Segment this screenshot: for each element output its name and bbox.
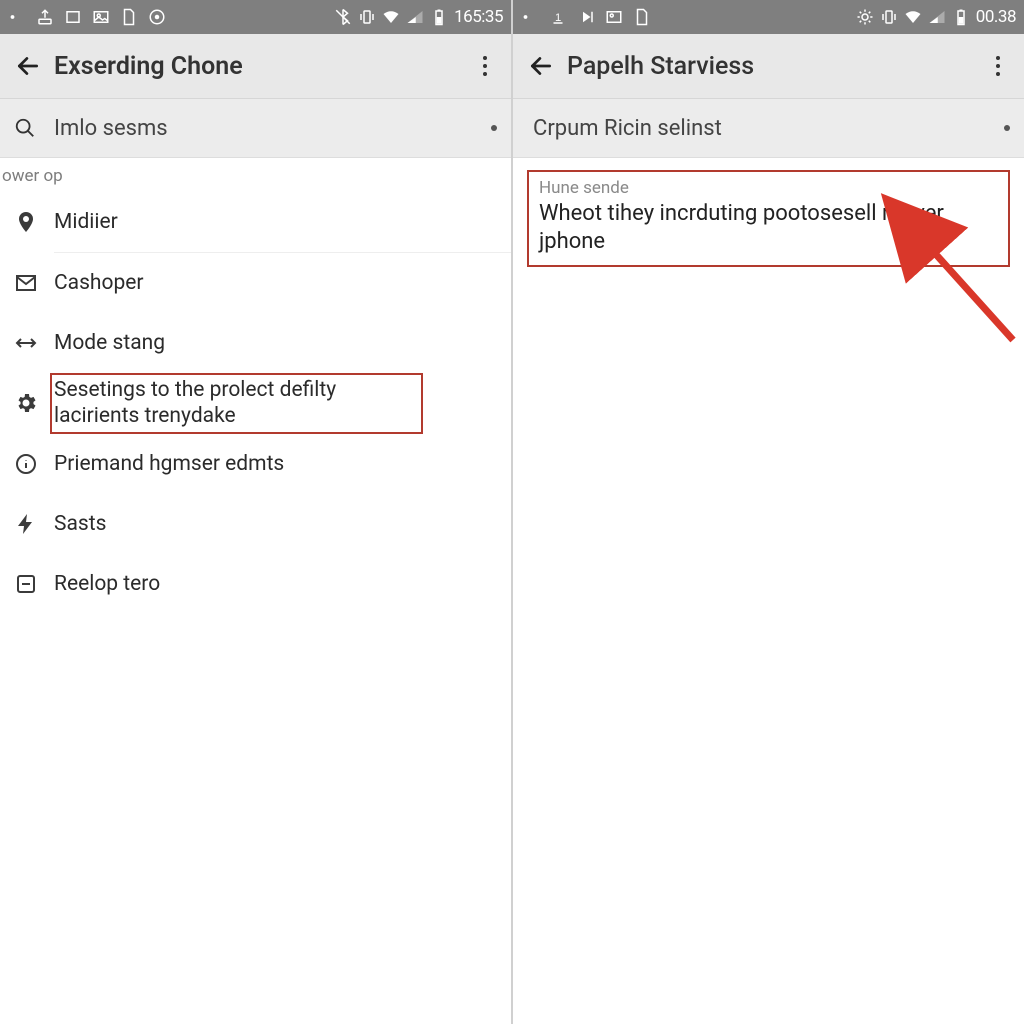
list-item-label: Midiier [54, 210, 118, 234]
bluetooth-off-icon [334, 8, 352, 26]
vibrate-icon [880, 8, 898, 26]
search-bar[interactable]: Imlo sesms [0, 99, 511, 158]
wifi-icon [904, 8, 922, 26]
subtitle-text: Crpum Ricin selinst [533, 116, 1004, 141]
status-time-left: 165:35 [454, 7, 503, 27]
gear-icon [14, 391, 54, 415]
section-caption: ower op [0, 158, 511, 192]
app-icon [148, 8, 166, 26]
list-item-label: Priemand hgmser edmts [54, 452, 284, 476]
subtitle-bar[interactable]: Crpum Ricin selinst [513, 99, 1024, 158]
list-item-midiier[interactable]: Midiier [0, 192, 511, 252]
card-body: Wheot tihey incrduting pootosesell ngrve… [539, 200, 998, 255]
signal-icon [928, 8, 946, 26]
list-item-reelop[interactable]: Reelop tero [0, 554, 511, 614]
window-icon [64, 8, 82, 26]
dot-icon [521, 8, 539, 26]
sim-icon [120, 8, 138, 26]
list-item-label: Reelop tero [54, 572, 160, 596]
overflow-button-right[interactable] [982, 44, 1014, 88]
info-icon [14, 452, 54, 476]
list-item-label: Sasts [54, 512, 106, 536]
app-bar-right: Papelh Starviess [513, 34, 1024, 99]
upload-icon [36, 8, 54, 26]
bolt-icon [14, 512, 54, 536]
page-title-left: Exserding Chone [54, 52, 469, 81]
list-item-cashoper[interactable]: Cashoper [0, 253, 511, 313]
number-icon: 1 [549, 8, 567, 26]
brightness-icon [856, 8, 874, 26]
image-icon [605, 8, 623, 26]
app-bar-left: Exserding Chone [0, 34, 511, 99]
back-button[interactable] [6, 44, 50, 88]
list-item-label: Sesetings to the prolect defilty lacirie… [54, 377, 414, 430]
right-phone: 1 [513, 0, 1024, 1024]
dot-icon [1004, 125, 1010, 131]
dot-icon [491, 125, 497, 131]
back-button[interactable] [519, 44, 563, 88]
list-item-label: Cashoper [54, 271, 144, 295]
list-item-modestang[interactable]: Mode stang [0, 313, 511, 373]
list-item-priemand[interactable]: Priemand hgmser edmts [0, 434, 511, 494]
wifi-icon [382, 8, 400, 26]
card-title: Hune sende [539, 178, 998, 198]
search-icon [14, 117, 54, 139]
battery-icon [430, 8, 448, 26]
sim-icon [633, 8, 651, 26]
search-text: Imlo sesms [54, 116, 491, 141]
left-phone: 165:35 Exserding Chone Imlo sesms ower o… [0, 0, 511, 1024]
overflow-button-left[interactable] [469, 44, 501, 88]
battery-icon [952, 8, 970, 26]
signal-icon [406, 8, 424, 26]
highlighted-card[interactable]: Hune sende Wheot tihey incrduting pootos… [527, 170, 1010, 267]
list-item-label: Mode stang [54, 331, 165, 355]
mail-icon [14, 271, 54, 295]
status-time-right: 00.38 [976, 7, 1016, 27]
list-item-sasts[interactable]: Sasts [0, 494, 511, 554]
dot-icon [8, 8, 26, 26]
pin-icon [14, 210, 54, 234]
page-title-right: Papelh Starviess [567, 52, 982, 81]
svg-text:1: 1 [555, 12, 561, 24]
square-minus-icon [14, 572, 54, 596]
status-bar-right: 1 [513, 0, 1024, 34]
skip-icon [577, 8, 595, 26]
image-icon [92, 8, 110, 26]
status-bar-left: 165:35 [0, 0, 511, 34]
settings-list: Midiier Cashoper Mode stang Sesetings [0, 192, 511, 614]
list-item-settings-highlight[interactable]: Sesetings to the prolect defilty lacirie… [0, 373, 511, 434]
vibrate-icon [358, 8, 376, 26]
swap-icon [14, 331, 54, 355]
